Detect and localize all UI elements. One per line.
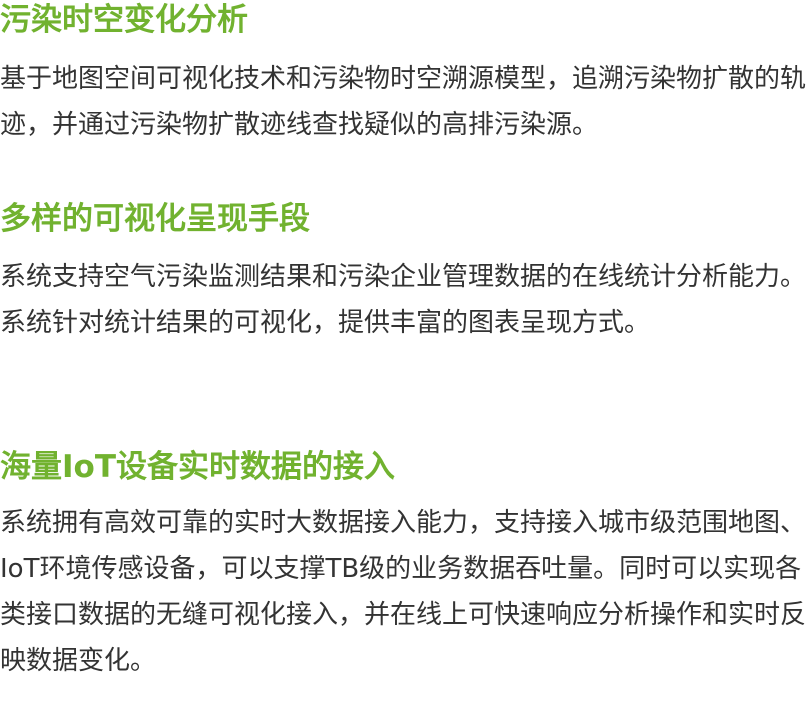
section-visualization-methods: 多样的可视化呈现手段 系统支持空气污染监测结果和污染企业管理数据的在线统计分析能… (0, 199, 812, 346)
section-heading: 多样的可视化呈现手段 (0, 201, 310, 237)
section-iot-data-access: 海量IoT设备实时数据的接入 系统拥有高效可靠的实时大数据接入能力，支持接入城市… (0, 447, 812, 684)
section-body: 系统拥有高效可靠的实时大数据接入能力，支持接入城市级范围地图、IoT环境传感设备… (0, 508, 807, 676)
section-body: 基于地图空间可视化技术和污染物时空溯源模型，追溯污染物扩散的轨迹，并通过污染物扩… (0, 64, 807, 140)
section-body: 系统支持空气污染监测结果和污染企业管理数据的在线统计分析能力。系统针对统计结果的… (0, 262, 807, 338)
section-heading: 污染时空变化分析 (0, 2, 248, 38)
section-spatiotemporal-analysis: 污染时空变化分析 基于地图空间可视化技术和污染物时空溯源模型，追溯污染物扩散的轨… (0, 0, 812, 148)
section-heading: 海量IoT设备实时数据的接入 (0, 449, 395, 485)
